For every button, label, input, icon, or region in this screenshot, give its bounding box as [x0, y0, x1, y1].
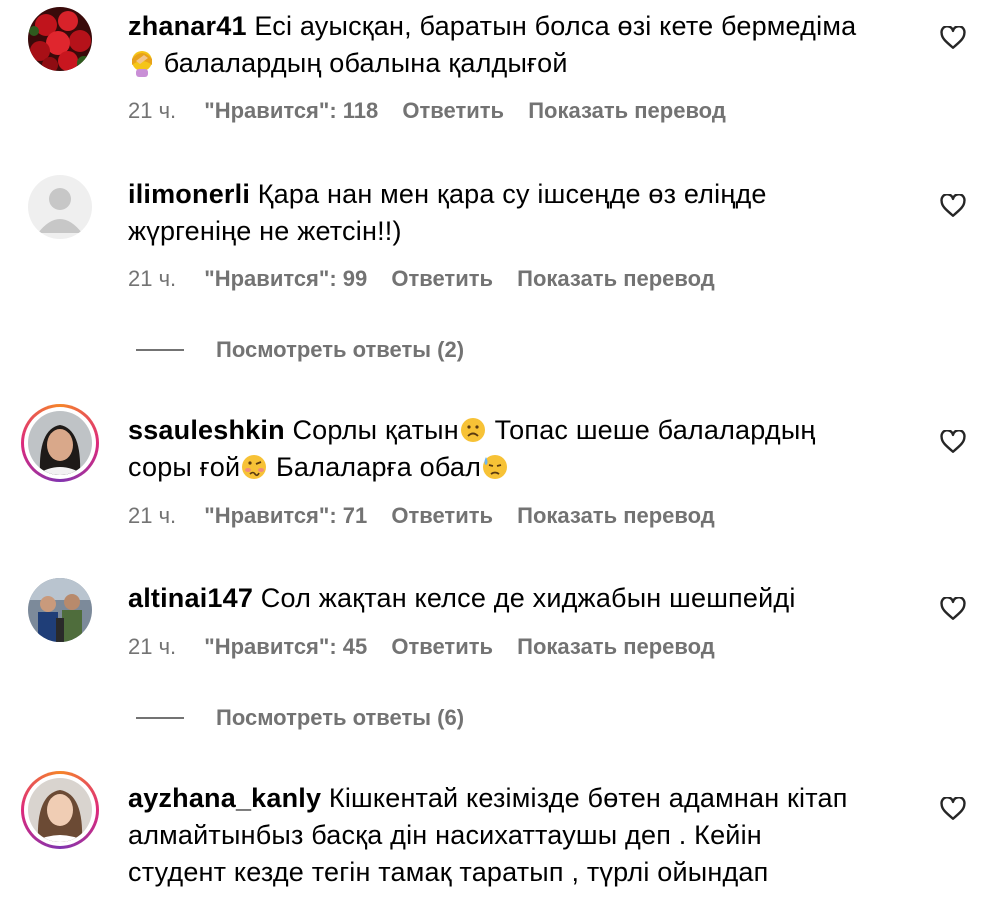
comment-text: zhanar41 Есі ауысқан, баратын болса өзі … [128, 8, 912, 82]
comment-body-3: студент кезде тегін тамақ таратып , түрл… [128, 857, 769, 887]
likes-count[interactable]: "Нравится": 118 [204, 98, 378, 123]
reply-button[interactable]: Ответить [391, 266, 493, 291]
avatar[interactable] [28, 175, 92, 239]
comment-body: Сорлы қатын [292, 415, 459, 445]
comment-text: altinai147 Сол жақтан келсе де хиджабын … [128, 580, 912, 617]
reply-button[interactable]: Ответить [391, 634, 493, 659]
comment-username[interactable]: ayzhana_kanly [128, 783, 321, 813]
comment-body: Кішкентай кезімізде бөтен адамнан кітап [328, 783, 848, 813]
comment-text: ssauleshkin Сорлы қатын Топас шеше балал… [128, 412, 912, 486]
comment-username[interactable]: ilimonerli [128, 179, 250, 209]
avatar[interactable] [21, 404, 99, 482]
comment-text: ayzhana_kanly Кішкентай кезімізде бөтен … [128, 780, 912, 891]
comment-body-2b: Балаларға обал [268, 452, 482, 482]
woman-facepalming-emoji [132, 51, 152, 77]
heart-outline-icon[interactable] [940, 597, 966, 621]
comment-meta: 21 ч. "Нравится": 99 Ответить Показать п… [128, 266, 733, 292]
comment-time: 21 ч. [128, 266, 177, 291]
avatar[interactable] [21, 771, 99, 849]
comment-username[interactable]: ssauleshkin [128, 415, 285, 445]
woozy-emoji [242, 455, 267, 479]
heart-outline-icon[interactable] [940, 26, 966, 50]
translate-button[interactable]: Показать перевод [517, 503, 715, 528]
comment-body-b: Топас шеше балалардың [486, 415, 816, 445]
comment-meta: 21 ч. "Нравится": 118 Ответить Показать … [128, 98, 744, 124]
likes-count[interactable]: "Нравится": 45 [204, 634, 367, 659]
comment-username[interactable]: zhanar41 [128, 11, 247, 41]
heart-outline-icon[interactable] [940, 797, 966, 821]
frowning-emoji [460, 418, 485, 442]
likes-count[interactable]: "Нравится": 71 [204, 503, 367, 528]
comment-body: Есі ауысқан, баратын болса өзі кете берм… [254, 11, 857, 41]
comment-body-2: балалардың обалына қалдығой [163, 48, 568, 78]
likes-count[interactable]: "Нравится": 99 [204, 266, 367, 291]
reply-button[interactable]: Ответить [391, 503, 493, 528]
view-replies-label[interactable]: Посмотреть ответы (6) [216, 705, 464, 731]
view-replies-button[interactable]: Посмотреть ответы (6) [136, 705, 464, 731]
comment-time: 21 ч. [128, 634, 177, 659]
comment-text: ilimonerli Қара нан мен қара су ішсеңде … [128, 176, 912, 250]
translate-button[interactable]: Показать перевод [517, 266, 715, 291]
replies-divider [136, 717, 184, 719]
comment-body-2: соры ғой [128, 452, 241, 482]
comment-username[interactable]: altinai147 [128, 583, 253, 613]
downcast-sweat-emoji [483, 455, 508, 479]
reply-button[interactable]: Ответить [402, 98, 504, 123]
comment-body: Қара нан мен қара су ішсеңде өз еліңде [257, 179, 767, 209]
avatar[interactable] [28, 7, 92, 71]
heart-outline-icon[interactable] [940, 430, 966, 454]
translate-button[interactable]: Показать перевод [528, 98, 726, 123]
translate-button[interactable]: Показать перевод [517, 634, 715, 659]
heart-outline-icon[interactable] [940, 194, 966, 218]
view-replies-label[interactable]: Посмотреть ответы (2) [216, 337, 464, 363]
replies-divider [136, 349, 184, 351]
comment-meta: 21 ч. "Нравится": 45 Ответить Показать п… [128, 634, 733, 660]
comment-meta: 21 ч. "Нравится": 71 Ответить Показать п… [128, 503, 733, 529]
view-replies-button[interactable]: Посмотреть ответы (2) [136, 337, 464, 363]
comment-body-2: алмайтынбыз басқа дін насихаттаушы деп .… [128, 820, 762, 850]
comment-body-2: жүргеніңе не жетсін!!) [128, 216, 402, 246]
comment-time: 21 ч. [128, 98, 177, 123]
avatar[interactable] [28, 578, 92, 642]
comment-body: Сол жақтан келсе де хиджабын шешпейді [260, 583, 796, 613]
comment-time: 21 ч. [128, 503, 177, 528]
